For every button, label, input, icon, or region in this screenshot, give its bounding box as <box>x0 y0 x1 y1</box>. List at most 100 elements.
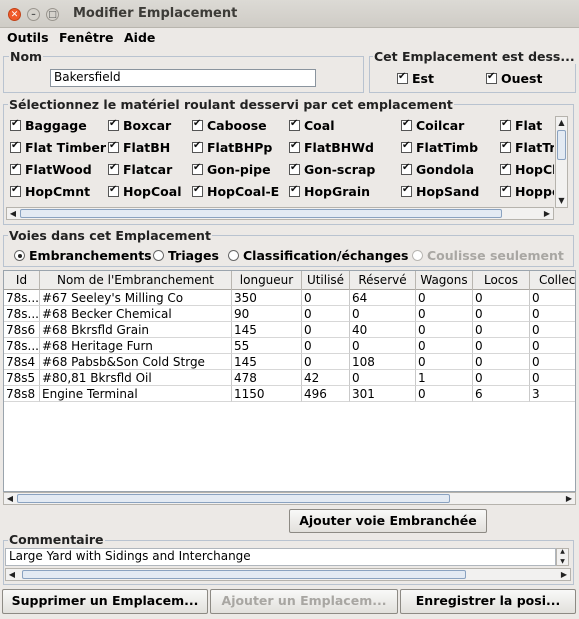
rolling-stock-checkbox[interactable]: FlatWood <box>10 162 92 177</box>
scroll-up-icon[interactable]: ▲ <box>556 117 567 129</box>
checkbox-icon[interactable] <box>500 184 511 197</box>
checkbox-icon[interactable] <box>289 162 300 175</box>
table-cell[interactable]: 0 <box>350 306 416 322</box>
checkbox-icon[interactable] <box>289 140 300 153</box>
radio-icon[interactable] <box>228 250 239 261</box>
table-cell[interactable]: 0 <box>302 290 350 306</box>
table-row[interactable]: 78s6 #68 Bkrsfld Grain 145 0 40 0 0 0 <box>4 322 575 338</box>
table-cell[interactable]: #68 Becker Chemical <box>40 306 232 322</box>
rolling-stock-checkbox[interactable]: Flat Timber <box>10 140 106 155</box>
checkbox-icon[interactable] <box>10 162 21 175</box>
table-cell[interactable]: 0 <box>416 306 473 322</box>
scroll-thumb[interactable] <box>20 209 502 218</box>
radio-triages[interactable]: Triages <box>153 248 219 263</box>
table-cell[interactable]: 78s5 <box>4 370 40 386</box>
rolling-stock-checkbox[interactable]: HopGrain <box>289 184 370 199</box>
rolling-stock-checkbox[interactable]: Hoppe <box>500 184 554 199</box>
checkbox-icon[interactable] <box>10 118 21 131</box>
table-cell[interactable]: 78s... <box>4 306 40 322</box>
rolling-stock-checkbox[interactable]: Gon-pipe <box>192 162 271 177</box>
table-cell[interactable]: 0 <box>416 338 473 354</box>
table-cell[interactable]: 0 <box>473 354 530 370</box>
rolling-stock-checkbox[interactable]: Gondola <box>401 162 474 177</box>
table-row[interactable]: 78s4 #68 Pabsb&Son Cold Strge 145 0 108 0 0 0 <box>4 354 575 370</box>
table-cell[interactable]: 0 <box>350 338 416 354</box>
table-cell[interactable]: 0 <box>302 322 350 338</box>
table-cell[interactable]: 0 <box>530 306 575 322</box>
table-cell[interactable]: 0 <box>530 354 575 370</box>
checkbox-icon[interactable] <box>108 118 119 131</box>
table-cell[interactable]: #68 Pabsb&Son Cold Strge <box>40 354 232 370</box>
column-header[interactable]: Wagons <box>416 271 473 290</box>
table-cell[interactable]: 40 <box>350 322 416 338</box>
table-cell[interactable]: 301 <box>350 386 416 402</box>
tracks-table[interactable]: Id Nom de l'Embranchement longueur Utilisé R… <box>3 270 576 492</box>
rolling-stock-checkbox[interactable]: Coal <box>289 118 334 133</box>
table-cell[interactable]: #80,81 Bkrsfld Oil <box>40 370 232 386</box>
table-cell[interactable]: 0 <box>302 338 350 354</box>
table-cell[interactable]: 0 <box>416 386 473 402</box>
table-cell[interactable]: 6 <box>473 386 530 402</box>
radio-embranchements[interactable]: Embranchements <box>14 248 152 263</box>
add-siding-button[interactable]: Ajouter voie Embranchée <box>289 509 487 533</box>
column-header[interactable]: longueur <box>232 271 302 290</box>
rolling-stock-checkbox[interactable]: Coilcar <box>401 118 464 133</box>
delete-location-button[interactable]: Supprimer un Emplacem... <box>2 589 208 614</box>
checkbox-icon[interactable] <box>289 118 300 131</box>
column-header[interactable]: Id <box>4 271 40 290</box>
scroll-thumb[interactable] <box>22 570 466 579</box>
checkbox-icon[interactable] <box>10 140 21 153</box>
checkbox-icon[interactable] <box>108 140 119 153</box>
table-row[interactable]: 78s... #67 Seeley's Milling Co 350 0 64 0 0 0 <box>4 290 575 306</box>
table-hscrollbar[interactable]: ◀ ▶ <box>3 492 576 505</box>
table-cell[interactable]: 42 <box>302 370 350 386</box>
scroll-thumb[interactable] <box>557 130 566 160</box>
table-cell[interactable]: 496 <box>302 386 350 402</box>
table-row[interactable]: 78s5 #80,81 Bkrsfld Oil 478 42 0 1 0 0 <box>4 370 575 386</box>
column-header[interactable]: Réservé <box>350 271 416 290</box>
rolling-stock-checkbox[interactable]: Boxcar <box>108 118 171 133</box>
table-cell[interactable]: 0 <box>473 306 530 322</box>
rolling-stock-checkbox[interactable]: Baggage <box>10 118 87 133</box>
checkbox-icon[interactable] <box>108 162 119 175</box>
table-cell[interactable]: 0 <box>530 370 575 386</box>
checkbox-icon[interactable] <box>192 184 203 197</box>
checkbox-icon[interactable] <box>500 140 511 153</box>
table-cell[interactable]: 0 <box>416 290 473 306</box>
scroll-down-icon[interactable]: ▼ <box>556 195 567 207</box>
table-cell[interactable]: 0 <box>302 306 350 322</box>
table-cell[interactable]: #67 Seeley's Milling Co <box>40 290 232 306</box>
table-cell[interactable]: 0 <box>530 322 575 338</box>
rolling-stock-checkbox[interactable]: HopCmnt <box>10 184 90 199</box>
rolling-stock-checkbox[interactable]: Gon-scrap <box>289 162 375 177</box>
table-cell[interactable]: 1 <box>416 370 473 386</box>
column-header[interactable]: Locos <box>473 271 530 290</box>
checkbox-icon[interactable] <box>192 140 203 153</box>
table-row[interactable]: 78s... #68 Becker Chemical 90 0 0 0 0 0 <box>4 306 575 322</box>
table-cell[interactable]: 0 <box>473 322 530 338</box>
table-cell[interactable]: 3 <box>530 386 575 402</box>
table-cell[interactable]: 78s8 <box>4 386 40 402</box>
checkbox-icon[interactable] <box>289 184 300 197</box>
scroll-up-icon[interactable]: ▲ <box>557 547 568 556</box>
scroll-down-icon[interactable]: ▼ <box>557 557 568 566</box>
rolling-stock-checkbox[interactable]: FlatBHWd <box>289 140 374 155</box>
rolling-stock-checkbox[interactable]: Caboose <box>192 118 267 133</box>
checkbox-icon[interactable] <box>500 118 511 131</box>
checkbox-icon[interactable] <box>401 140 412 153</box>
rolling-stock-checkbox[interactable]: HopSand <box>401 184 479 199</box>
table-row[interactable]: 78s8 Engine Terminal 1150 496 301 0 6 3 <box>4 386 575 402</box>
rolling-stock-checkbox[interactable]: Flatcar <box>108 162 172 177</box>
checkbox-icon[interactable] <box>10 184 21 197</box>
checkbox-icon[interactable] <box>500 162 511 175</box>
rolling-stock-checkbox[interactable]: FlatTr <box>500 140 554 155</box>
scroll-right-icon[interactable]: ▶ <box>563 493 575 504</box>
rolling-stock-checkbox[interactable]: FlatTimb <box>401 140 478 155</box>
checkbox-icon[interactable] <box>401 184 412 197</box>
checkbox-icon[interactable] <box>192 118 203 131</box>
table-cell[interactable]: 0 <box>473 338 530 354</box>
scroll-right-icon[interactable]: ▶ <box>541 208 553 219</box>
table-cell[interactable]: 64 <box>350 290 416 306</box>
scroll-right-icon[interactable]: ▶ <box>558 569 570 580</box>
table-cell[interactable]: 108 <box>350 354 416 370</box>
